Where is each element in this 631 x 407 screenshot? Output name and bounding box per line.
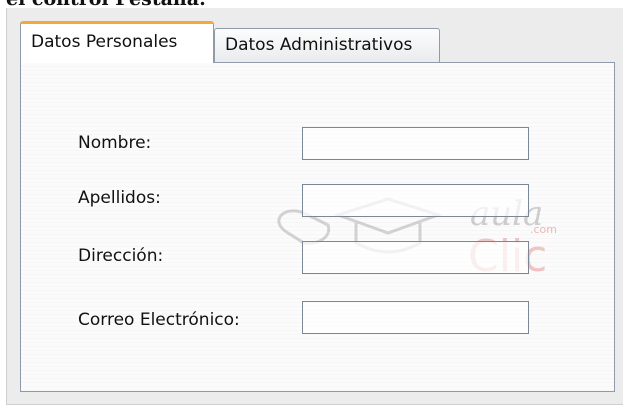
tab-label: Datos Personales bbox=[31, 32, 178, 52]
tab-datos-administrativos[interactable]: Datos Administrativos bbox=[214, 28, 440, 62]
apellidos-input[interactable] bbox=[302, 184, 529, 217]
nombre-label: Nombre: bbox=[78, 133, 152, 153]
direccion-label: Dirección: bbox=[78, 246, 164, 266]
tab-datos-personales[interactable]: Datos Personales bbox=[20, 21, 214, 63]
nombre-input[interactable] bbox=[302, 127, 529, 160]
correo-electronico-label: Correo Electrónico: bbox=[78, 310, 240, 330]
direccion-input[interactable] bbox=[302, 241, 529, 274]
correo-electronico-input[interactable] bbox=[302, 301, 529, 334]
tab-label: Datos Administrativos bbox=[225, 35, 413, 55]
apellidos-label: Apellidos: bbox=[78, 188, 161, 208]
